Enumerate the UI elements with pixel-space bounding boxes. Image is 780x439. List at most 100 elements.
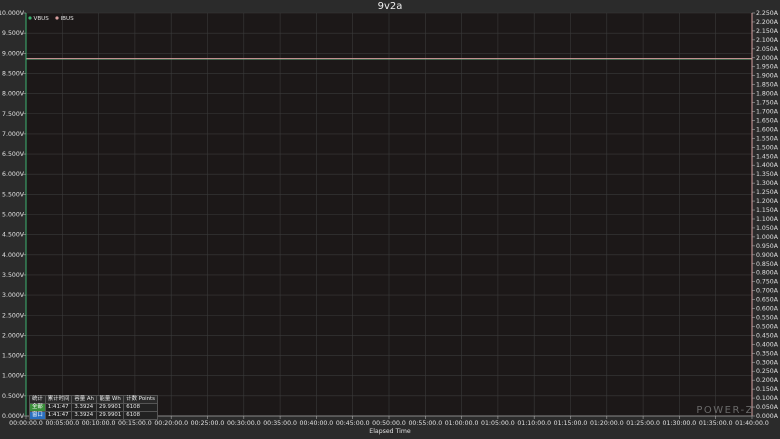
stats-cell-time: 1:41:47 — [44, 403, 73, 412]
y-right-tick-label: 0.050A — [756, 404, 779, 411]
y-right-tick-label: 1.900A — [756, 73, 779, 80]
y-right-tick-label: 0.500A — [756, 323, 779, 330]
x-tick-label: 00:15:00.0 — [118, 420, 152, 427]
y-right-tick-label: 0.300A — [756, 359, 779, 366]
y-right-tick-label: 1.250A — [756, 189, 779, 196]
stats-cell-wh: 29.9901 — [95, 411, 125, 420]
stats-tag-window[interactable]: 窗口 — [29, 411, 46, 420]
x-tick-label: 00:05:00.0 — [45, 420, 79, 427]
x-tick-label: 00:45:00.0 — [336, 420, 370, 427]
y-left-tick-label: 6.000V — [2, 171, 25, 178]
x-tick-label: 00:25:00.0 — [191, 420, 225, 427]
y-left-tick-label: 3.000V — [2, 292, 25, 299]
brand-logo: POWER-Z — [696, 405, 754, 416]
y-left-tick-label: 9.000V — [2, 50, 25, 57]
y-left-tick-label: 1.000V — [2, 373, 25, 380]
stats-header-cell: 累计时间 — [44, 395, 73, 404]
y-right-tick-label: 1.150A — [756, 207, 779, 214]
x-tick-label: 00:20:00.0 — [154, 420, 188, 427]
x-tick-label: 01:00:00.0 — [445, 420, 479, 427]
x-tick-label: 01:40:00.0 — [735, 420, 769, 427]
stats-header-row: 统计 累计时间 容量 Ah 能量 Wh 计数 Points — [29, 395, 158, 404]
y-left-tick-label: 4.500V — [2, 232, 25, 239]
y-left-tick-label: 3.500V — [2, 272, 25, 279]
x-tick-label: 01:30:00.0 — [663, 420, 697, 427]
y-right-tick-label: 0.800A — [756, 270, 779, 277]
stats-cell-wh: 29.9901 — [95, 403, 125, 412]
y-right-tick-label: 1.000A — [756, 234, 779, 241]
y-right-tick-label: 0.200A — [756, 377, 779, 384]
y-right-tick-label: 0.600A — [756, 306, 779, 313]
y-right-tick-label: 1.300A — [756, 180, 779, 187]
y-right-tick-label: 2.250A — [756, 10, 779, 17]
x-tick-label: 00:10:00.0 — [82, 420, 116, 427]
x-tick-label: 01:25:00.0 — [626, 420, 660, 427]
stats-table: 统计 累计时间 容量 Ah 能量 Wh 计数 Points 全部 1:41:47… — [29, 395, 158, 420]
legend-ibus-swatch — [55, 16, 59, 20]
stats-cell-points: 6108 — [123, 403, 158, 412]
y-left-tick-label: 1.500V — [2, 353, 25, 360]
y-right-tick-label: 0.700A — [756, 288, 779, 295]
x-tick-label: 00:00:00.0 — [9, 420, 43, 427]
x-tick-label: 01:05:00.0 — [481, 420, 515, 427]
y-left-tick-label: 5.000V — [2, 212, 25, 219]
y-right-tick-label: 1.650A — [756, 117, 779, 124]
y-right-tick-label: 1.050A — [756, 225, 779, 232]
x-tick-label: 01:10:00.0 — [517, 420, 551, 427]
y-left-tick-label: 7.500V — [2, 111, 25, 118]
y-right-tick-label: 1.450A — [756, 153, 779, 160]
y-left-tick-label: 6.500V — [2, 151, 25, 158]
y-left-tick-label: 10.000V — [0, 10, 25, 17]
chart-title: 9v2a — [378, 1, 403, 12]
legend-vbus-swatch — [28, 16, 32, 20]
y-right-tick-label: 2.150A — [756, 28, 779, 35]
y-right-tick-label: 1.800A — [756, 91, 779, 98]
y-right-tick-label: 1.350A — [756, 171, 779, 178]
stats-header-cell: 计数 Points — [123, 395, 158, 404]
y-right-tick-label: 1.550A — [756, 135, 779, 142]
stats-header-cell: 容量 Ah — [71, 395, 97, 404]
y-left-tick-label: 0.500V — [2, 393, 25, 400]
y-left-tick-label: 4.000V — [2, 252, 25, 259]
stats-row-all: 全部 1:41:47 3.3924 29.9901 6108 — [29, 403, 158, 412]
x-tick-label: 00:35:00.0 — [263, 420, 297, 427]
y-right-tick-label: 0.400A — [756, 341, 779, 348]
y-left-tick-label: 8.500V — [2, 70, 25, 77]
x-tick-label: 00:55:00.0 — [408, 420, 442, 427]
y-right-tick-label: 1.700A — [756, 109, 779, 116]
y-right-tick-label: 2.200A — [756, 19, 779, 26]
x-tick-label: 01:15:00.0 — [554, 420, 588, 427]
y-right-tick-label: 0.000A — [756, 413, 779, 420]
y-left-tick-label: 9.500V — [2, 30, 25, 37]
stats-header-cell: 能量 Wh — [95, 395, 125, 404]
y-right-tick-label: 1.400A — [756, 162, 779, 169]
x-tick-label: 01:35:00.0 — [699, 420, 733, 427]
stats-tag-all[interactable]: 全部 — [29, 403, 46, 412]
y-left-tick-label: 2.000V — [2, 332, 25, 339]
y-left-tick-label: 5.500V — [2, 191, 25, 198]
y-right-tick-label: 1.100A — [756, 216, 779, 223]
legend-vbus-label[interactable]: VBUS — [34, 16, 50, 22]
y-right-tick-label: 1.200A — [756, 198, 779, 205]
y-right-tick-label: 1.600A — [756, 126, 779, 133]
y-right-tick-label: 1.950A — [756, 64, 779, 71]
stats-header-cell: 统计 — [29, 395, 46, 404]
y-right-tick-label: 0.100A — [756, 395, 779, 402]
chart: 0.000V 0.500V 1.000V 1.500V 2.000V 2.500V 3.00… — [0, 0, 780, 439]
y-left-tick-label: 7.000V — [2, 131, 25, 138]
y-right-tick-label: 0.550A — [756, 314, 779, 321]
y-right-tick-label: 2.000A — [756, 55, 779, 62]
y-right-tick-label: 1.750A — [756, 100, 779, 107]
legend-ibus-label[interactable]: IBUS — [61, 16, 75, 22]
stats-cell-points: 6108 — [123, 411, 158, 420]
y-right-tick-label: 1.500A — [756, 144, 779, 151]
y-right-tick-label: 0.850A — [756, 261, 779, 268]
y-right-tick-label: 0.450A — [756, 332, 779, 339]
y-left-tick-label: 8.000V — [2, 91, 25, 98]
y-right-tick-label: 0.950A — [756, 243, 779, 250]
stats-cell-time: 1:41:47 — [44, 411, 73, 420]
y-right-tick-label: 2.050A — [756, 46, 779, 53]
y-right-tick-label: 0.150A — [756, 386, 779, 393]
x-tick-label: 00:50:00.0 — [372, 420, 406, 427]
y-right-tick-label: 1.850A — [756, 82, 779, 89]
